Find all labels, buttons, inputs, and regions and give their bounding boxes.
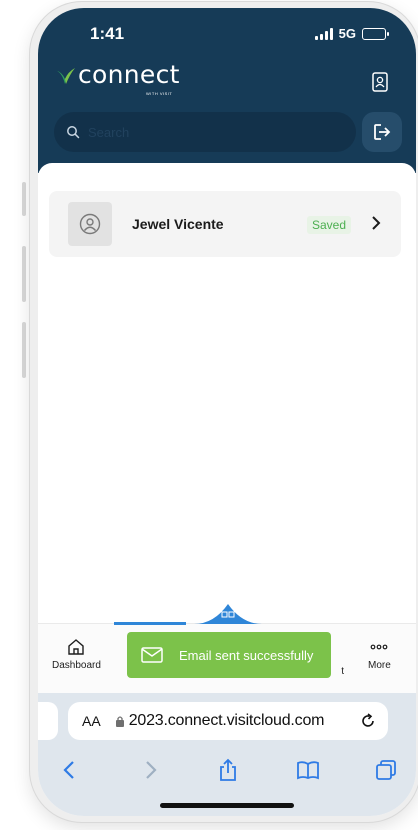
- lock-icon: [115, 716, 124, 727]
- chevron-right-icon[interactable]: [371, 215, 381, 231]
- nav-item-dashboard[interactable]: Dashboard: [52, 638, 101, 671]
- more-icon: [370, 644, 388, 650]
- brand-name: connect: [78, 60, 180, 89]
- contact-list-panel: Jewel Vicente Saved: [38, 163, 416, 623]
- contact-row[interactable]: Jewel Vicente Saved: [49, 191, 401, 257]
- search-bar[interactable]: [54, 112, 356, 152]
- logo-v-icon: [55, 68, 75, 84]
- active-tab-indicator: [114, 622, 186, 625]
- browser-toolbar: [38, 748, 416, 816]
- volume-down-button: [22, 322, 26, 378]
- search-icon: [67, 126, 80, 139]
- logout-icon: [374, 124, 391, 140]
- brand-subtitle: WITH VISIT: [146, 91, 173, 96]
- search-input[interactable]: [88, 124, 348, 140]
- forward-icon[interactable]: [138, 758, 162, 782]
- contact-name: Jewel Vicente: [132, 216, 224, 232]
- status-indicators: 5G: [314, 26, 389, 41]
- home-icon: [68, 639, 85, 655]
- app-logo: connect WITH VISIT: [54, 60, 180, 96]
- home-indicator: [160, 803, 294, 808]
- signal-icon: [314, 27, 333, 40]
- app-header: 1:41 5G connect WITH VISIT: [38, 8, 416, 173]
- toast-message: Email sent successfully: [179, 647, 314, 663]
- nav-label-more: More: [368, 660, 391, 671]
- volume-up-button: [22, 246, 26, 302]
- export-button[interactable]: [362, 112, 402, 152]
- bookmarks-icon[interactable]: [296, 758, 320, 782]
- url-field[interactable]: AA 2023.connect.visitcloud.com: [68, 702, 388, 740]
- phone-screen: 1:41 5G connect WITH VISIT Search Jewel …: [38, 8, 416, 816]
- battery-icon: [362, 27, 389, 40]
- browser-address-bar: AA 2023.connect.visitcloud.com: [38, 693, 416, 748]
- back-icon[interactable]: [58, 758, 82, 782]
- nav-item-more[interactable]: More: [368, 638, 391, 671]
- text-size-button[interactable]: AA: [82, 713, 101, 729]
- previous-tab-peek[interactable]: [38, 702, 58, 740]
- status-badge: Saved: [306, 216, 351, 234]
- share-icon[interactable]: [216, 758, 240, 782]
- contact-card-icon[interactable]: [372, 72, 388, 92]
- reload-icon[interactable]: [360, 713, 376, 729]
- success-toast: Email sent successfully: [127, 632, 331, 678]
- mute-switch: [22, 182, 26, 216]
- mail-icon: [141, 647, 163, 663]
- avatar: [68, 202, 112, 246]
- tabs-icon[interactable]: [374, 758, 398, 782]
- network-label: 5G: [338, 26, 356, 41]
- status-time: 1:41: [90, 24, 125, 43]
- nav-label-partial: t: [341, 666, 344, 677]
- nav-label-dashboard: Dashboard: [52, 660, 101, 671]
- user-icon: [79, 213, 101, 235]
- url-text: 2023.connect.visitcloud.com: [128, 712, 325, 729]
